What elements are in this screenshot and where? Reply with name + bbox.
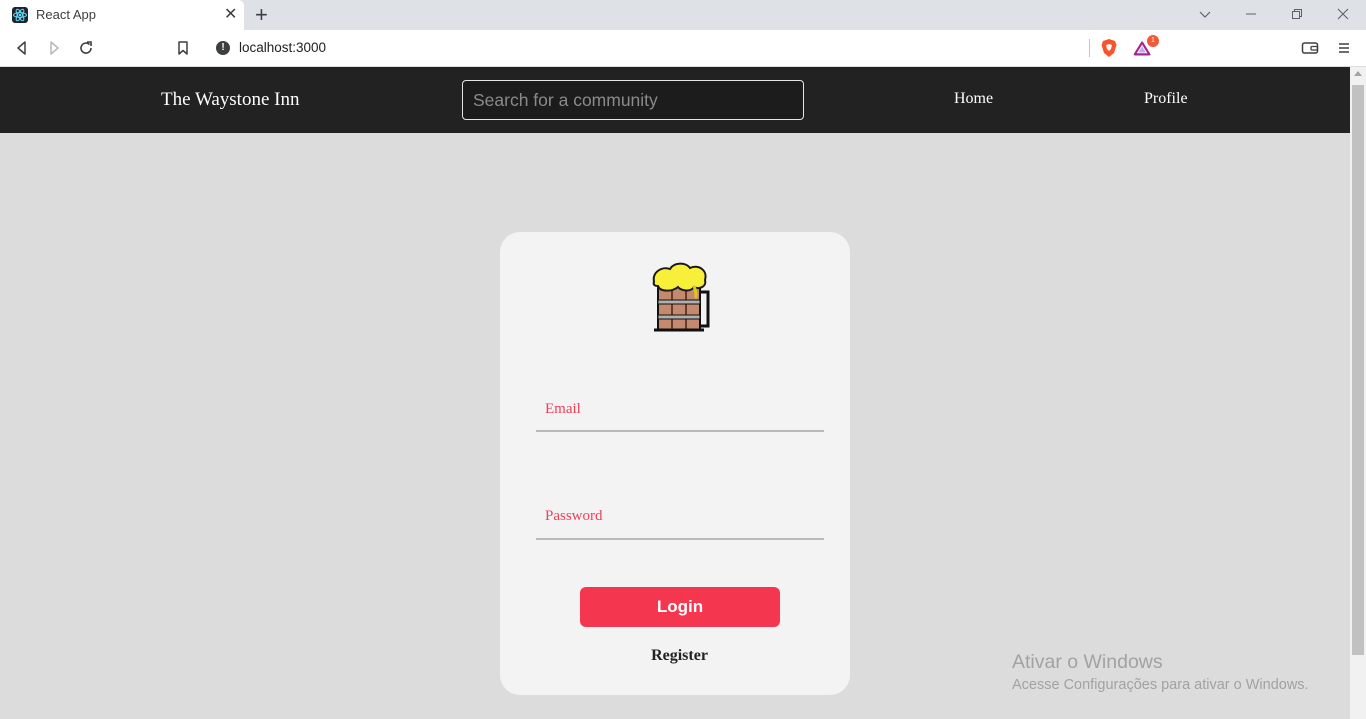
password-label: Password	[545, 508, 603, 524]
page-content: The Waystone Inn Home Profile	[0, 67, 1350, 719]
address-bar[interactable]: ! localhost:3000	[205, 34, 1155, 62]
minimize-icon[interactable]	[1239, 4, 1263, 24]
login-button[interactable]: Login	[580, 587, 780, 627]
new-tab-icon[interactable]: +	[255, 2, 268, 28]
close-window-icon[interactable]	[1331, 4, 1355, 24]
bookmark-icon[interactable]	[173, 38, 193, 58]
brave-rewards-icon[interactable]: 1	[1133, 35, 1159, 58]
menu-icon[interactable]	[1334, 38, 1354, 58]
close-tab-icon[interactable]: ✕	[224, 5, 237, 25]
site-info-icon[interactable]: !	[216, 41, 230, 55]
email-label: Email	[545, 401, 581, 417]
nav-home-link[interactable]: Home	[954, 90, 993, 108]
browser-toolbar: ! localhost:3000 1	[0, 30, 1366, 67]
beer-mug-icon	[650, 260, 716, 336]
register-link[interactable]: Register	[500, 647, 859, 665]
scroll-up-arrow-icon[interactable]	[1354, 71, 1362, 76]
scroll-thumb[interactable]	[1352, 85, 1364, 655]
omnibox-divider	[1089, 39, 1090, 57]
back-icon[interactable]	[12, 38, 32, 58]
wallet-icon[interactable]	[1300, 38, 1320, 58]
windows-activation-subtitle: Acesse Configurações para ativar o Windo…	[1012, 677, 1309, 693]
reload-icon[interactable]	[76, 38, 96, 58]
url-text: localhost:3000	[239, 40, 327, 55]
brave-shields-icon[interactable]	[1099, 38, 1119, 58]
login-card: Email Password Login Register	[500, 232, 850, 695]
page-scrollbar[interactable]	[1350, 67, 1366, 719]
nav-profile-link[interactable]: Profile	[1144, 90, 1188, 108]
forward-icon[interactable]	[44, 38, 64, 58]
browser-tab[interactable]: React App ✕	[0, 0, 244, 30]
email-field[interactable]: Email	[536, 388, 824, 432]
password-field[interactable]: Password	[536, 496, 824, 540]
site-brand[interactable]: The Waystone Inn	[161, 89, 299, 111]
restore-icon[interactable]	[1285, 4, 1309, 24]
browser-tab-strip: React App ✕ +	[0, 0, 1366, 30]
windows-activation-title: Ativar o Windows	[1012, 651, 1163, 673]
tab-title: React App	[36, 7, 96, 22]
rewards-badge: 1	[1147, 35, 1159, 47]
react-logo-icon	[12, 7, 28, 23]
community-search-input[interactable]	[462, 80, 804, 120]
tab-search-chevron-icon[interactable]	[1193, 4, 1217, 24]
site-navbar: The Waystone Inn Home Profile	[0, 67, 1350, 133]
